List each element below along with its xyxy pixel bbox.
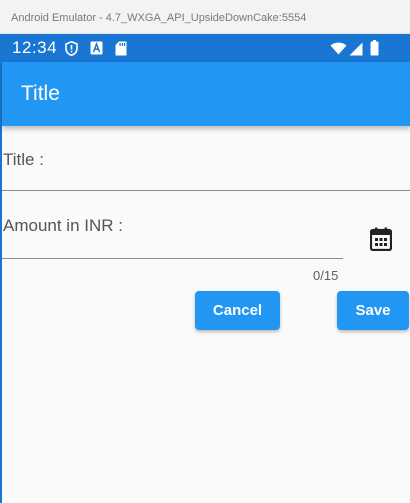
amount-field[interactable] [2,258,343,259]
wifi-icon [330,42,347,60]
cancel-button[interactable]: Cancel [195,291,280,330]
shield-icon [65,40,78,61]
amount-field-label: Amount in INR : [3,216,123,235]
text-a-icon [90,41,103,60]
sd-card-icon [115,41,127,61]
title-field[interactable] [2,190,410,191]
battery-icon [370,40,379,61]
phone-screen: 12:34 Title Title: Amount in INR: 0/15… [2,34,410,503]
amount-char-counter: 0/15 [313,268,339,283]
status-time: 12:34 [12,38,58,57]
status-bar: 12:34 [2,34,410,62]
cell-signal-icon [349,42,363,61]
save-button[interactable]: Save [337,291,409,330]
app-bar: Title [2,62,410,126]
date-picker-button[interactable] [368,226,394,252]
title-field-label: Title : [3,150,44,169]
emulator-window: Android Emulator - 4.7_WXGA_API_UpsideDo… [0,0,410,503]
window-title: Android Emulator - 4.7_WXGA_API_UpsideDo… [11,12,307,24]
device-frame: 12:34 Title Title: Amount in INR: 0/15… [0,34,410,503]
calendar-icon [370,227,392,251]
window-titlebar: Android Emulator - 4.7_WXGA_API_UpsideDo… [0,0,410,34]
app-bar-title: Title [21,82,60,105]
